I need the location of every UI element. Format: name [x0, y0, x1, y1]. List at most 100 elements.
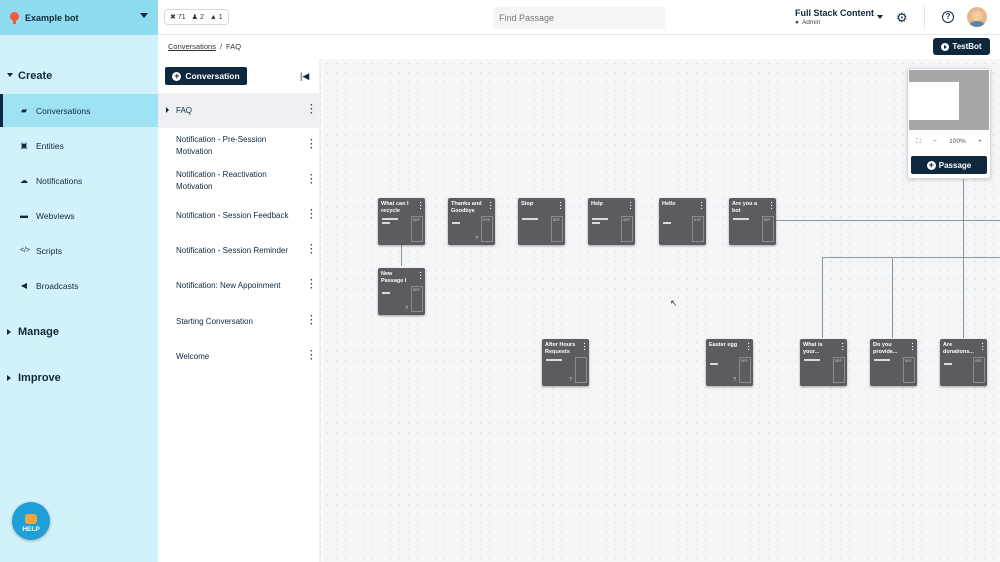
more-icon[interactable]: · · ·: [420, 200, 422, 213]
add-passage-label: Passage: [938, 160, 972, 170]
add-conversation-button[interactable]: + Conversation: [165, 67, 247, 85]
passage-node[interactable]: New Passage I · · · SEF ?: [378, 268, 425, 315]
conversation-label: Notification - Session Reminder: [176, 245, 289, 255]
passage-node[interactable]: Do you provide... · · · SEF: [870, 339, 917, 386]
more-icon[interactable]: · · ·: [310, 276, 313, 294]
chevron-down-icon[interactable]: [877, 15, 883, 19]
passage-node[interactable]: Thanks and Goodbye · · · SYE ?: [448, 198, 495, 245]
mouse-cursor-icon: ↖: [670, 298, 678, 308]
more-icon[interactable]: · · ·: [982, 341, 984, 354]
conversation-panel: + Conversation |◀ FAQ · · · Notification -…: [158, 59, 322, 562]
gear-icon[interactable]: ⚙: [896, 11, 909, 24]
play-icon: [941, 42, 950, 51]
node-tag: SEF: [764, 218, 771, 222]
more-icon[interactable]: · · ·: [490, 200, 492, 213]
sidebar-item-notifications[interactable]: ☁ Notifications: [0, 164, 158, 197]
more-icon[interactable]: · · ·: [310, 312, 313, 330]
list-item[interactable]: FAQ · · ·: [158, 93, 322, 128]
more-icon[interactable]: · · ·: [748, 341, 750, 354]
passage-node[interactable]: Are donations... · · · SEF: [940, 339, 987, 386]
passage-node[interactable]: Hello · · · SYE: [659, 198, 706, 245]
more-icon[interactable]: · · ·: [701, 200, 703, 213]
more-icon[interactable]: · · ·: [584, 341, 586, 354]
more-icon[interactable]: · · ·: [310, 241, 313, 259]
list-item[interactable]: Notification - Session Reminder · · ·: [158, 233, 322, 268]
node-line: [452, 222, 460, 224]
sidebar-item-label: Notifications: [36, 175, 83, 186]
list-item[interactable]: Notification - Reactivation Motivation ·…: [158, 163, 322, 198]
more-icon[interactable]: · · ·: [630, 200, 632, 213]
list-item[interactable]: Welcome · · ·: [158, 339, 322, 374]
passage-node[interactable]: Are you a bot · · · SEF: [729, 198, 776, 245]
minimap-viewport[interactable]: [909, 82, 959, 120]
question-icon: ?: [475, 236, 478, 242]
node-response-box: SEF: [551, 216, 563, 242]
sidebar-item-broadcasts[interactable]: ◀ Broadcasts: [0, 269, 158, 302]
more-icon[interactable]: · · ·: [310, 136, 313, 154]
stat-value: 71: [177, 13, 186, 21]
node-response-box: [575, 357, 587, 383]
minimap-view[interactable]: [909, 70, 989, 130]
more-icon[interactable]: · · ·: [310, 206, 313, 224]
more-icon[interactable]: · · ·: [912, 341, 914, 354]
sidebar-item-conversations[interactable]: ▰ Conversations: [0, 94, 158, 127]
bot-stats[interactable]: ✖ 71 ♟ 2 ▲ 1: [164, 9, 229, 25]
node-line: [522, 218, 538, 220]
stat-users: ♟ 2: [192, 13, 204, 22]
org-name[interactable]: Full Stack Content: [795, 8, 874, 18]
sidebar-item-label: Conversations: [36, 105, 91, 116]
conversation-label: Notification - Session Feedback: [176, 210, 289, 220]
account-role: ● Admin: [795, 19, 820, 26]
passage-node[interactable]: What can I recycle · · · SEF: [378, 198, 425, 245]
zoom-out-button[interactable]: −: [933, 138, 937, 145]
help-button[interactable]: HELP: [12, 502, 50, 540]
more-icon[interactable]: · · ·: [420, 270, 422, 283]
more-icon[interactable]: · · ·: [560, 200, 562, 213]
list-item[interactable]: Notification - Pre-Session Motivation · ·…: [158, 128, 322, 163]
passage-node[interactable]: Stop · · · SEF: [518, 198, 565, 245]
caret-right-icon: [166, 107, 169, 113]
more-icon[interactable]: · · ·: [310, 101, 313, 119]
conversation-label: Notification - Reactivation Motivation: [176, 169, 267, 191]
edge: [822, 257, 823, 338]
section-create[interactable]: Create: [0, 70, 158, 82]
find-passage-input[interactable]: [493, 7, 665, 29]
more-icon[interactable]: · · ·: [842, 341, 844, 354]
edge: [963, 179, 964, 257]
list-item[interactable]: Notification - Session Feedback · · ·: [158, 198, 322, 233]
more-icon[interactable]: · · ·: [310, 171, 313, 189]
passage-node[interactable]: What is your... · · · SEF: [800, 339, 847, 386]
sidebar-item-webviews[interactable]: ▬ Webviews: [0, 199, 158, 232]
section-create-label: Create: [18, 70, 53, 82]
more-icon[interactable]: · · ·: [310, 347, 313, 365]
sidebar-item-entities[interactable]: ▣ Entities: [0, 129, 158, 162]
section-manage-label: Manage: [18, 326, 59, 338]
testbot-button[interactable]: TestBot: [933, 38, 990, 55]
bot-selector[interactable]: Example bot: [0, 0, 158, 35]
scrollbar[interactable]: [319, 59, 322, 562]
help-circle-icon[interactable]: ?: [942, 11, 954, 23]
zoom-in-button[interactable]: +: [978, 138, 982, 145]
node-line: [804, 359, 820, 361]
passage-node[interactable]: Help · · · SEF: [588, 198, 635, 245]
minimap[interactable]: ⛶ − 100% + + Passage: [907, 68, 991, 179]
app: Example bot Create ▰ Conversations ▣ Ent…: [0, 0, 1000, 562]
node-response-box: SYE: [481, 216, 493, 242]
avatar[interactable]: [967, 7, 987, 27]
passage-node[interactable]: Easter egg · · · SEF ?: [706, 339, 753, 386]
section-manage[interactable]: Manage: [0, 326, 158, 338]
sidebar-item-scripts[interactable]: </> Scripts: [0, 234, 158, 267]
add-passage-button[interactable]: + Passage: [911, 156, 987, 174]
stat-locked: ▲ 1: [210, 14, 223, 21]
node-title: After Hours Requests: [545, 342, 576, 355]
node-line: [382, 292, 390, 294]
more-icon[interactable]: · · ·: [771, 200, 773, 213]
section-improve[interactable]: Improve: [0, 372, 158, 384]
passage-node[interactable]: After Hours Requests · · · ?: [542, 339, 589, 386]
collapse-panel-icon[interactable]: |◀: [300, 71, 309, 82]
list-item[interactable]: Notification: New Appoinment · · ·: [158, 268, 322, 303]
fullscreen-icon[interactable]: ⛶: [916, 138, 921, 146]
list-item[interactable]: Starting Conversation · · ·: [158, 304, 322, 339]
flow-canvas[interactable]: What can I recycle · · · SEF Thanks and Go…: [323, 59, 1000, 562]
breadcrumb-conversations[interactable]: Conversations: [168, 42, 216, 51]
